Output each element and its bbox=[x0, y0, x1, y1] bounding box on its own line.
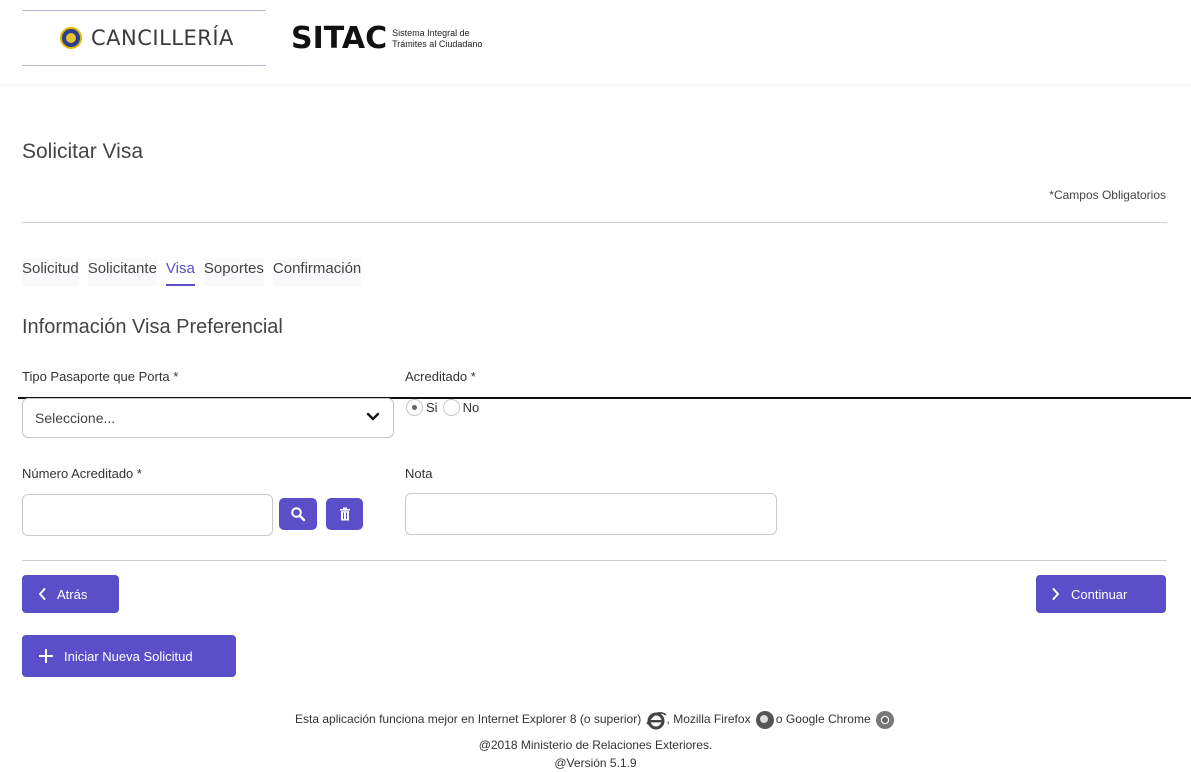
colombia-seal-icon bbox=[60, 27, 82, 49]
chevron-down-icon bbox=[366, 412, 380, 421]
browser-text-firefox: , Mozilla Firefox bbox=[666, 712, 751, 727]
tab-visa[interactable]: Visa bbox=[165, 259, 195, 286]
back-button[interactable]: Atrás bbox=[22, 575, 119, 613]
new-request-button[interactable]: Iniciar Nueva Solicitud bbox=[22, 635, 236, 677]
chevron-right-icon bbox=[1052, 588, 1059, 600]
firefox-icon bbox=[754, 710, 776, 730]
cancilleria-logo[interactable]: CANCILLERÍA bbox=[22, 10, 266, 66]
tab-solicitud[interactable]: Solicitud bbox=[22, 259, 79, 286]
accredited-label: Acreditado * bbox=[405, 369, 476, 384]
sitac-subtitle-line2: Trámites al Ciudadano bbox=[392, 38, 483, 49]
copyright: @2018 Ministerio de Relaciones Exteriore… bbox=[478, 738, 713, 752]
accredited-number-input[interactable] bbox=[22, 494, 273, 536]
delete-button[interactable] bbox=[326, 498, 363, 530]
search-icon bbox=[291, 507, 306, 522]
continue-button-label: Continuar bbox=[1071, 586, 1128, 602]
tab-confirmacion[interactable]: Confirmación bbox=[272, 259, 362, 286]
title-divider bbox=[22, 222, 1167, 223]
required-fields-note: *Campos Obligatorios bbox=[1049, 188, 1166, 202]
new-request-button-label: Iniciar Nueva Solicitud bbox=[64, 648, 193, 664]
browser-text-chrome: o Google Chrome bbox=[775, 712, 871, 727]
chevron-left-icon bbox=[39, 588, 46, 600]
accredited-yes-label: Si bbox=[426, 400, 438, 415]
trash-icon bbox=[339, 507, 350, 521]
passport-type-label: Tipo Pasaporte que Porta * bbox=[22, 369, 179, 384]
sitac-logo-word: SITAC bbox=[291, 21, 388, 56]
tab-soportes[interactable]: Soportes bbox=[203, 259, 264, 286]
back-button-label: Atrás bbox=[57, 586, 88, 602]
continue-button[interactable]: Continuar bbox=[1036, 575, 1166, 613]
section-title: Información Visa Preferencial bbox=[22, 316, 283, 338]
step-tabs: Solicitud Solicitante Visa Soportes Conf… bbox=[22, 259, 370, 286]
browser-text-ie: Esta aplicación funciona mejor en Intern… bbox=[295, 712, 642, 727]
accredited-number-label: Número Acreditado * bbox=[22, 466, 142, 481]
header: CANCILLERÍA SITAC Sistema Integral de Tr… bbox=[0, 0, 1191, 84]
accredited-yes-radio[interactable] bbox=[406, 399, 423, 416]
browser-recommendation: Esta aplicación funciona mejor en Intern… bbox=[0, 710, 1191, 730]
chrome-icon bbox=[874, 710, 896, 730]
sitac-logo[interactable]: SITAC Sistema Integral de Trámites al Ci… bbox=[291, 21, 482, 56]
note-input[interactable] bbox=[405, 493, 777, 535]
accredited-radio-group: Si No bbox=[406, 399, 479, 416]
internet-explorer-icon bbox=[645, 710, 667, 730]
passport-type-value: Seleccione... bbox=[35, 410, 116, 426]
plus-icon bbox=[39, 649, 53, 663]
version: @Versión 5.1.9 bbox=[554, 756, 637, 770]
sitac-subtitle: Sistema Integral de Trámites al Ciudadan… bbox=[392, 28, 482, 50]
accredited-no-radio[interactable] bbox=[442, 399, 460, 416]
accredited-no-label: No bbox=[462, 400, 480, 415]
sitac-subtitle-line1: Sistema Integral de bbox=[392, 27, 470, 38]
search-button[interactable] bbox=[279, 498, 317, 530]
form-divider bbox=[22, 560, 1167, 561]
cancilleria-logo-text: CANCILLERÍA bbox=[91, 26, 234, 50]
tab-solicitante[interactable]: Solicitante bbox=[87, 259, 157, 286]
passport-type-select[interactable]: Seleccione... bbox=[22, 398, 394, 438]
note-label: Nota bbox=[405, 466, 433, 481]
page-title: Solicitar Visa bbox=[22, 140, 143, 163]
